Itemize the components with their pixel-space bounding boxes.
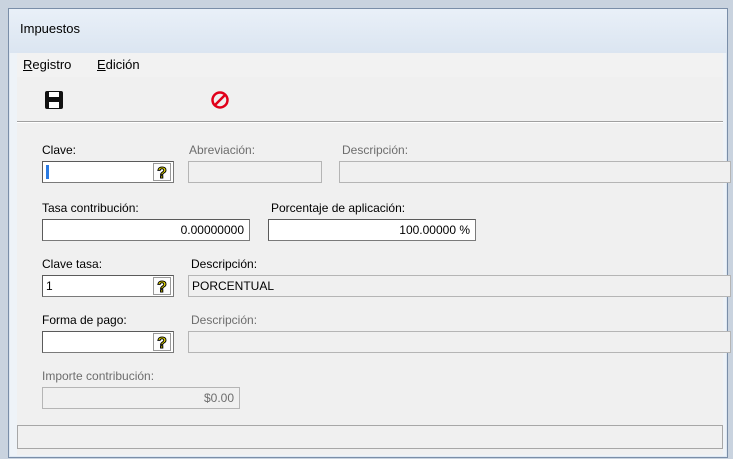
- abreviacion-field[interactable]: [188, 161, 322, 183]
- clave-lookup-symbol: ?: [157, 165, 167, 180]
- question-mark-icon: ?: [157, 279, 168, 295]
- descripcion-field[interactable]: [339, 161, 731, 183]
- question-mark-icon: ?: [157, 165, 168, 181]
- question-mark-icon: ?: [157, 335, 168, 351]
- importe-contribucion-value: $0.00: [203, 391, 234, 405]
- menu-edicion[interactable]: Edición: [97, 57, 140, 72]
- menu-registro-label: egistro: [32, 57, 72, 72]
- forma-pago-lookup-button[interactable]: ?: [153, 333, 171, 351]
- clave-input[interactable]: ?: [42, 161, 174, 183]
- forma-pago-input[interactable]: ?: [42, 331, 174, 353]
- toolbar: [17, 77, 723, 121]
- clave-lookup-button[interactable]: ?: [153, 163, 171, 181]
- descripcion-label: Descripción:: [342, 143, 409, 157]
- clave-label: Clave:: [42, 143, 77, 157]
- clave-tasa-value: 1: [46, 279, 53, 293]
- title-bar[interactable]: Impuestos: [9, 9, 727, 53]
- descripcion-forma-pago-label: Descripción:: [191, 313, 258, 327]
- cancel-button[interactable]: [207, 87, 233, 113]
- forma-pago-label: Forma de pago:: [42, 313, 127, 327]
- clave-tasa-label: Clave tasa:: [42, 257, 103, 271]
- importe-contribucion-label: Importe contribución:: [42, 369, 155, 383]
- menu-bar: Registro Edición: [17, 53, 723, 78]
- menu-registro[interactable]: Registro: [23, 57, 71, 72]
- text-caret: [46, 165, 49, 179]
- clave-tasa-lookup-button[interactable]: ?: [153, 277, 171, 295]
- form-area: Clave: ? Abreviación: Descripción: Tasa …: [17, 77, 731, 455]
- tasa-contribucion-input[interactable]: 0.00000000: [42, 219, 250, 241]
- tasa-contribucion-label: Tasa contribución:: [42, 201, 139, 215]
- porcentaje-aplicacion-value: 100.00000 %: [399, 223, 470, 237]
- status-bar: [17, 425, 723, 449]
- tasa-contribucion-value: 0.00000000: [180, 223, 244, 237]
- descripcion-tasa-value: PORCENTUAL: [192, 279, 275, 293]
- clave-tasa-input[interactable]: 1 ?: [42, 275, 174, 297]
- floppy-disk-icon: [45, 91, 63, 109]
- descripcion-tasa-field[interactable]: PORCENTUAL: [188, 275, 731, 297]
- save-button[interactable]: [41, 87, 67, 113]
- taxes-window: Impuestos Registro Edición Clave: ? Abre…: [8, 8, 731, 458]
- porcentaje-aplicacion-label: Porcentaje de aplicación:: [271, 201, 406, 215]
- forma-pago-lookup-symbol: ?: [157, 335, 167, 350]
- clave-tasa-lookup-symbol: ?: [157, 279, 167, 294]
- toolbar-separator: [17, 121, 723, 123]
- menu-edicion-label: dición: [105, 57, 140, 72]
- abreviacion-label: Abreviación:: [189, 143, 256, 157]
- importe-contribucion-field[interactable]: $0.00: [42, 387, 240, 409]
- menu-registro-accel: R: [23, 57, 33, 72]
- descripcion-tasa-label: Descripción:: [191, 257, 258, 271]
- cancel-circle-icon: [211, 91, 229, 109]
- window-title: Impuestos: [20, 21, 80, 36]
- descripcion-forma-pago-field[interactable]: [188, 331, 731, 353]
- menu-edicion-accel: E: [97, 57, 106, 72]
- porcentaje-aplicacion-input[interactable]: 100.00000 %: [268, 219, 476, 241]
